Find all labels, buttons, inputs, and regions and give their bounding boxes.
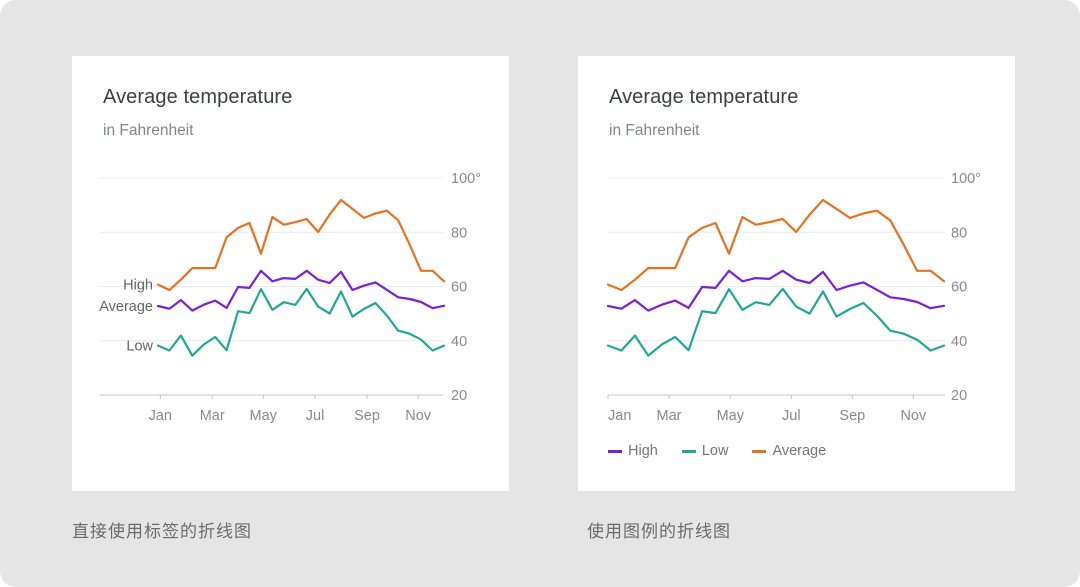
x-tick-label: Jul	[782, 408, 801, 424]
y-tick-label: 60	[451, 280, 467, 296]
series-line-low	[606, 287, 946, 357]
line-chart-legend: 100° 80 60 40 20 Jan Mar May Jul Sep Nov	[606, 171, 981, 424]
y-tick-label: 100°	[951, 171, 981, 187]
direct-label-average: Average	[99, 299, 153, 315]
line-chart-direct-labels: 100° 80 60 40 20 Jan Mar May Jul Sep Nov High Averag…	[99, 171, 481, 424]
x-tick-label: Jan	[608, 408, 631, 424]
legend-swatch-low	[681, 449, 696, 453]
x-tick-label: Mar	[200, 408, 225, 424]
legend-item-high[interactable]: High	[608, 443, 658, 459]
chart-card-legend: Average temperature in Fahrenheit 100° 80…	[578, 56, 1015, 491]
series-line-high	[606, 269, 946, 312]
y-tick-label: 60	[951, 280, 967, 296]
legend-item-average[interactable]: Average	[752, 443, 826, 459]
series-line-low	[156, 287, 446, 357]
y-tick-label: 40	[951, 334, 967, 350]
x-tick-label: Nov	[900, 408, 927, 424]
caption-legend: 使用图例的折线图	[587, 522, 731, 541]
y-tick-label: 80	[451, 225, 467, 241]
series-line-high	[156, 198, 446, 292]
x-tick-label: Mar	[657, 408, 682, 424]
legend-item-low[interactable]: Low	[681, 443, 729, 459]
series-line-average	[606, 198, 946, 292]
x-tick-label: Sep	[839, 408, 865, 424]
y-tick-label: 20	[951, 388, 967, 404]
x-tick-label: Nov	[405, 408, 432, 424]
legend-swatch-high	[608, 449, 622, 453]
y-tick-label: 40	[451, 334, 467, 350]
legend-label: High	[628, 443, 658, 459]
x-tick-label: May	[717, 408, 745, 424]
direct-label-low: Low	[126, 339, 153, 355]
x-tick-label: May	[250, 408, 278, 424]
legend-swatch-average	[752, 449, 767, 453]
x-tick-label: Jul	[306, 408, 325, 424]
y-tick-label: 20	[451, 388, 467, 404]
x-tick-label: Jan	[149, 408, 172, 424]
legend-label: Average	[772, 443, 827, 459]
chart-card-direct-labels: Average temperature in Fahrenheit 100° 80…	[72, 56, 509, 491]
chart-legend: High Low Average	[608, 443, 850, 459]
caption-direct-labels: 直接使用标签的折线图	[72, 522, 252, 541]
y-tick-label: 100°	[451, 171, 481, 187]
direct-label-high: High	[123, 278, 153, 294]
legend-label: Low	[701, 443, 729, 459]
y-tick-label: 80	[951, 225, 967, 241]
series-line-average	[156, 269, 446, 312]
x-tick-label: Sep	[354, 408, 380, 424]
